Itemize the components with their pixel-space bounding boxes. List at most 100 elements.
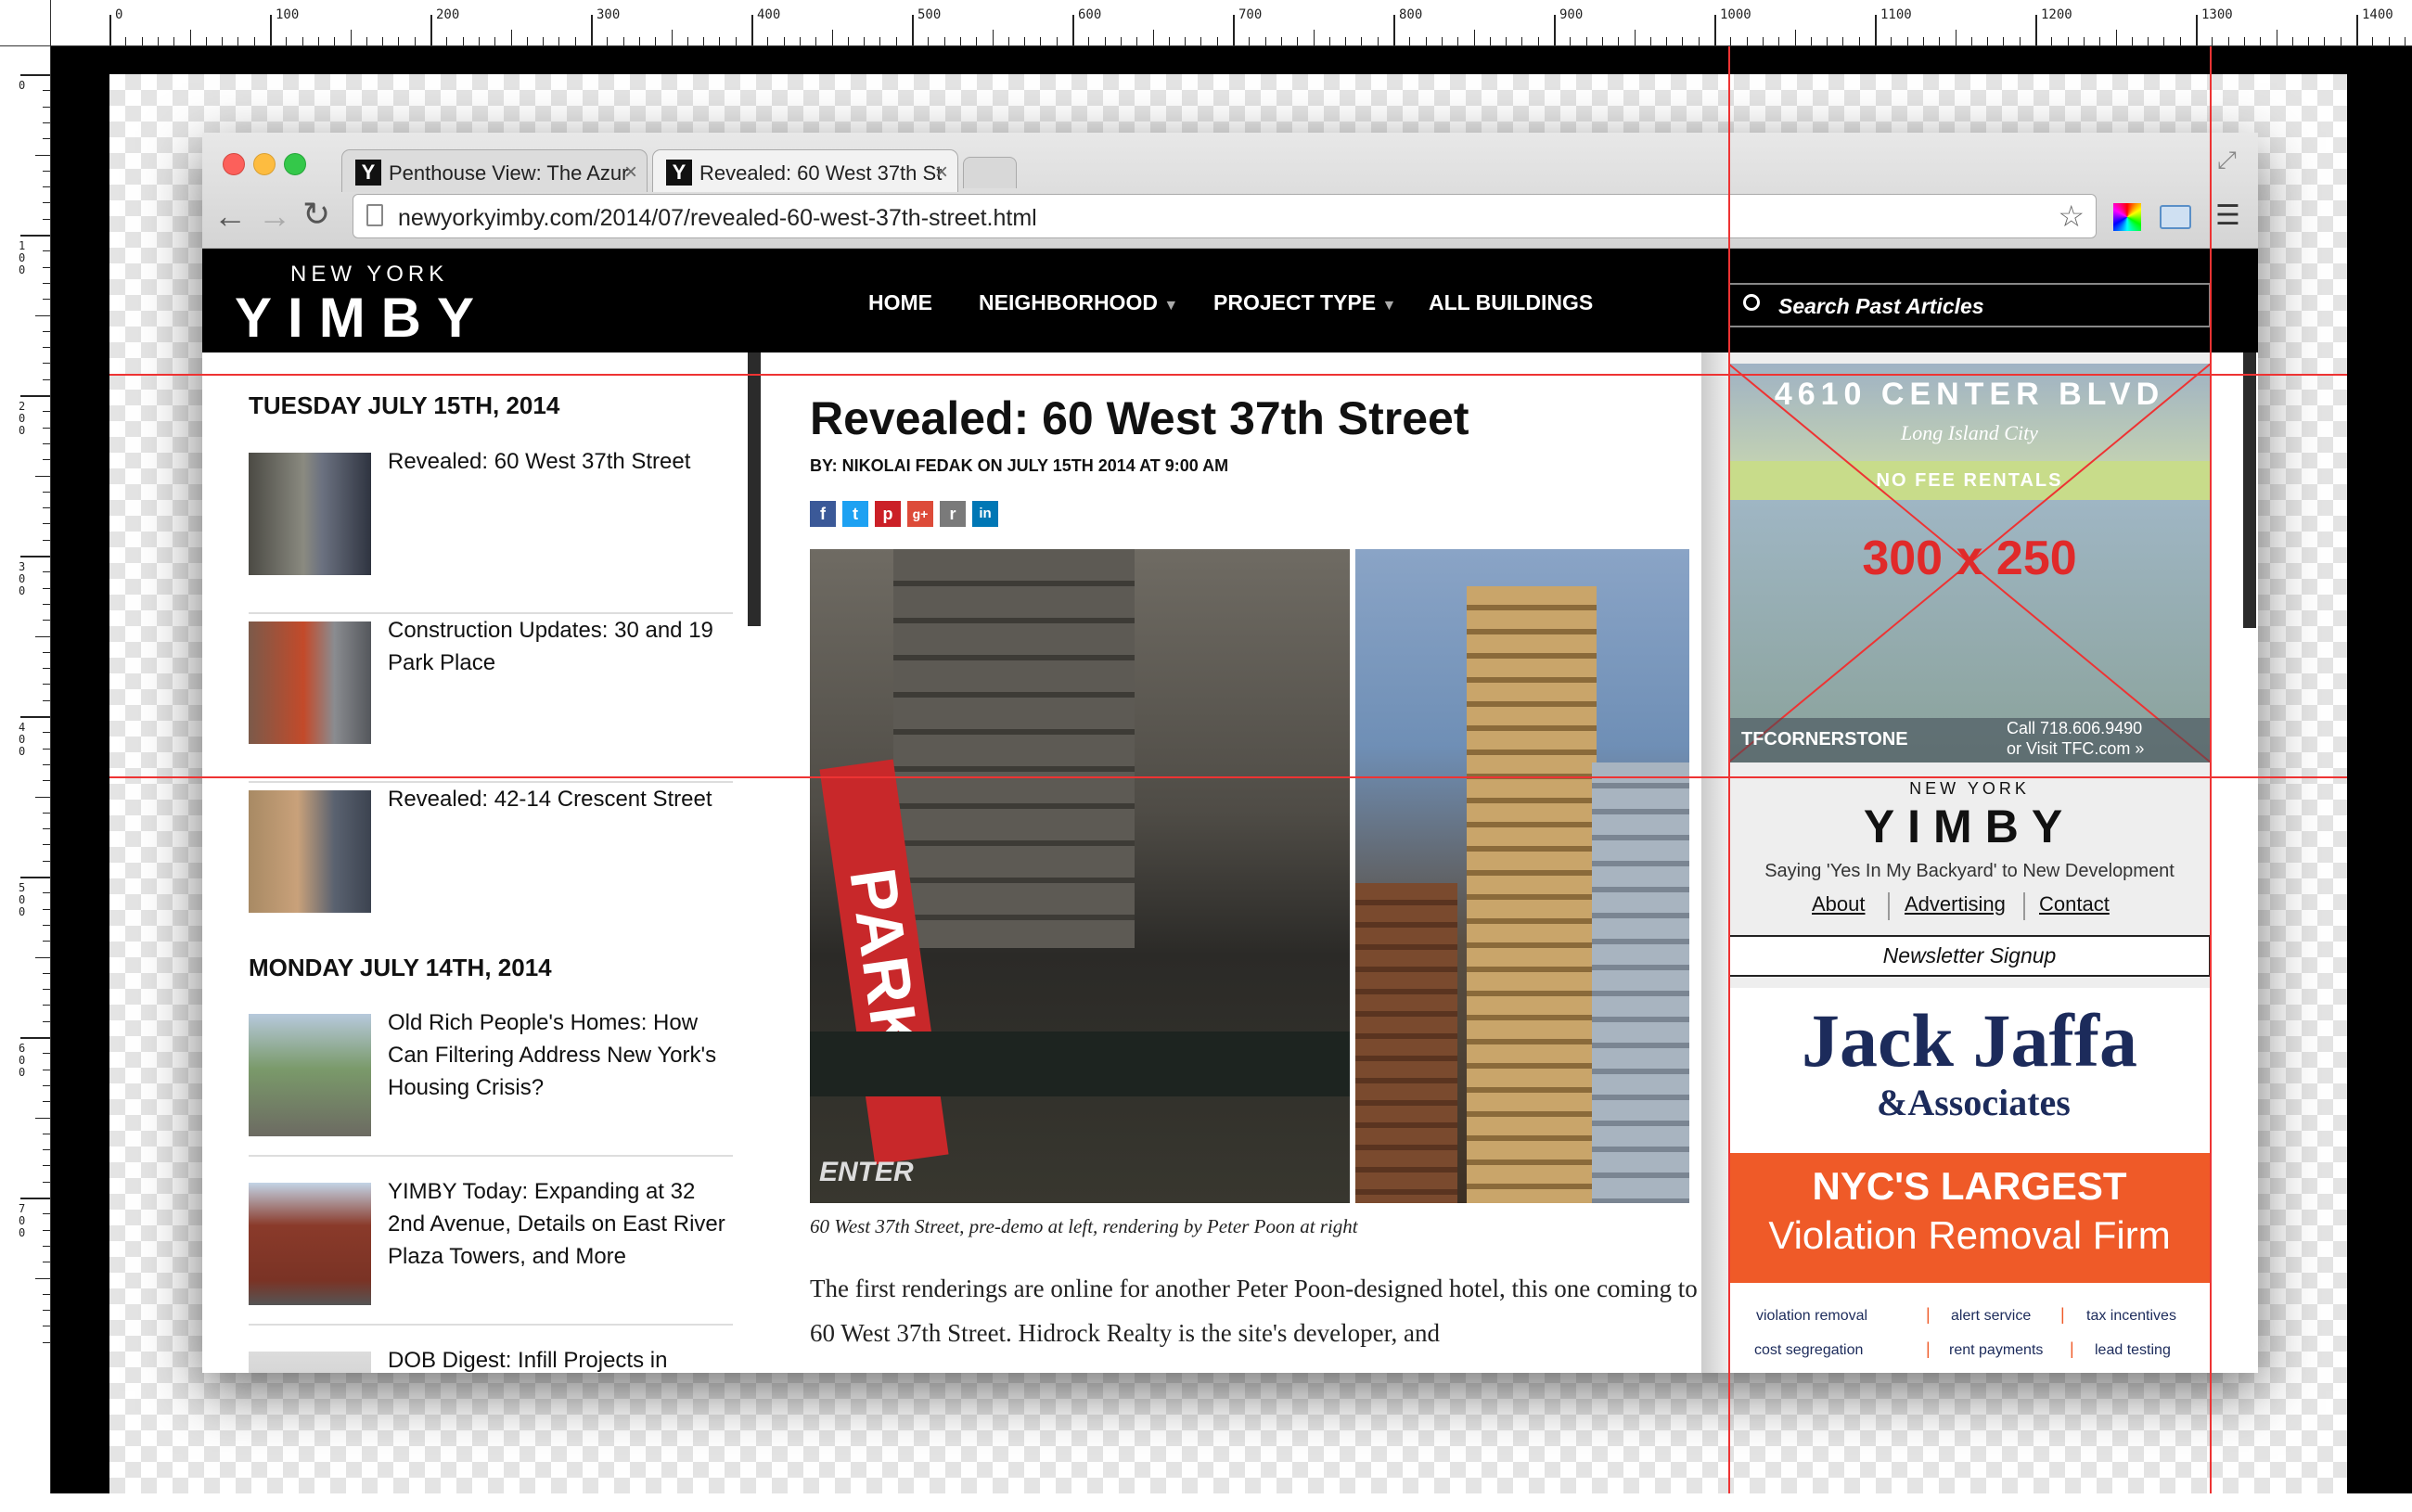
zoom-window-icon[interactable] [284, 153, 306, 175]
ruler-subtick [543, 37, 545, 45]
ruler-subtick [1891, 37, 1892, 45]
post-thumbnail[interactable] [249, 1014, 371, 1136]
ruler-subtick [1618, 37, 1620, 45]
ruler-subtick [1922, 37, 1924, 45]
ad-300x250[interactable]: 4610 CENTER BLVD Long Island City NO FEE… [1728, 364, 2211, 762]
jack-jaffa-ad[interactable]: Jack Jaffa &Associates NYC'S LARGEST Vio… [1728, 988, 2211, 1373]
ruler-subtick [205, 37, 207, 45]
ruler-subtick [43, 1149, 50, 1151]
about-link[interactable]: About [1812, 892, 1866, 916]
ruler-tick [2035, 15, 2037, 45]
ruler-subtick [43, 844, 50, 846]
post-link[interactable]: Revealed: 60 West 37th Street [388, 445, 731, 478]
reddit-share-icon[interactable]: r [940, 501, 966, 527]
ruler-subtick [43, 491, 50, 493]
new-tab-button[interactable] [963, 157, 1017, 188]
article: Revealed: 60 West 37th Street BY: NIKOLA… [768, 352, 1701, 1373]
ruler-subtick [43, 218, 50, 220]
sidebar-scrollbar[interactable] [2243, 352, 2256, 628]
ruler-subtick [1585, 37, 1587, 45]
left-column-scrollbar[interactable] [748, 352, 761, 626]
reload-icon[interactable]: ↻ [302, 198, 330, 231]
ruler-subtick [222, 37, 224, 45]
tab-penthouse-view[interactable]: Y Penthouse View: The Azur × [341, 149, 648, 192]
ruler-subtick [864, 37, 866, 45]
search-input[interactable]: Search Past Articles [1728, 283, 2211, 327]
back-arrow-icon[interactable]: ← [213, 199, 247, 233]
nav-neighborhood[interactable]: NEIGHBORHOOD ▼ [979, 290, 1178, 315]
site-logo[interactable]: YIMBY [235, 286, 490, 350]
ruler-subtick [1601, 37, 1603, 45]
post-link[interactable]: YIMBY Today: Expanding at 32 2nd Avenue,… [388, 1175, 731, 1273]
link-divider [1888, 892, 1890, 920]
ruler-subtick [1666, 37, 1668, 45]
ruler-subtick [1216, 37, 1218, 45]
ruler-subtick [43, 202, 50, 204]
close-tab-icon[interactable]: × [935, 160, 948, 186]
ruler-subtick [43, 892, 50, 894]
post-link[interactable]: Revealed: 42-14 Crescent Street [388, 783, 731, 815]
twitter-share-icon[interactable]: t [842, 501, 868, 527]
ruler-subtick [125, 37, 127, 45]
post-link[interactable]: DOB Digest: Infill Projects in [388, 1344, 731, 1373]
facebook-share-icon[interactable]: f [810, 501, 836, 527]
ruler-subtick [655, 37, 657, 45]
ruler-tick [430, 15, 432, 45]
post-thumbnail[interactable] [249, 1352, 371, 1373]
ruler-label: 1300 [2201, 7, 2233, 22]
guide-line-vertical [2210, 46, 2212, 1493]
menu-icon[interactable]: ☰ [2215, 199, 2240, 232]
color-picker-icon[interactable] [2113, 203, 2141, 231]
ruler-subtick [1200, 37, 1202, 45]
newsletter-signup-button[interactable]: Newsletter Signup [1728, 935, 2211, 977]
ruler-subtick [43, 780, 50, 782]
ruler-subtick [43, 442, 50, 444]
ruler-subtick [1970, 37, 1972, 45]
tab-revealed-60-west[interactable]: Y Revealed: 60 West 37th St × [652, 149, 958, 192]
ruler-subtick [2099, 37, 2101, 45]
ruler-subtick [1168, 37, 1170, 45]
advertising-link[interactable]: Advertising [1905, 892, 2006, 916]
close-window-icon[interactable] [223, 153, 245, 175]
ruler-subtick [1120, 37, 1122, 45]
ruler-subtick [638, 37, 640, 45]
contact-link[interactable]: Contact [2039, 892, 2110, 916]
post-thumbnail[interactable] [249, 453, 371, 575]
ruler-subtick [671, 30, 673, 45]
ruler-subtick [35, 635, 50, 637]
jj-headline-1: NYC'S LARGEST [1812, 1164, 2127, 1208]
extension-icon[interactable] [2160, 205, 2191, 229]
close-tab-icon[interactable]: × [624, 160, 637, 186]
googleplus-share-icon[interactable]: g+ [907, 501, 933, 527]
nav-project-type[interactable]: PROJECT TYPE ▼ [1213, 290, 1396, 315]
forward-arrow-icon[interactable]: → [258, 199, 291, 233]
ruler-subtick [43, 363, 50, 365]
post-link[interactable]: Construction Updates: 30 and 19 Park Pla… [388, 614, 731, 679]
ruler-label: 100 [19, 239, 26, 276]
nav-all-buildings[interactable]: ALL BUILDINGS [1429, 290, 1593, 315]
day-heading: MONDAY JULY 14TH, 2014 [249, 954, 552, 981]
ruler-subtick [1280, 37, 1282, 45]
post-link[interactable]: Old Rich People's Homes: How Can Filteri… [388, 1006, 731, 1104]
pinterest-share-icon[interactable]: p [875, 501, 901, 527]
ruler-tick [1554, 15, 1556, 45]
ruler-label: 700 [1238, 7, 1263, 22]
linkedin-share-icon[interactable]: in [972, 501, 998, 527]
post-thumbnail[interactable] [249, 790, 371, 913]
nav-home[interactable]: HOME [868, 290, 932, 315]
ruler-subtick [2372, 37, 2374, 45]
ruler-tick [1714, 15, 1716, 45]
minimize-window-icon[interactable] [253, 153, 276, 175]
post-thumbnail[interactable] [249, 621, 371, 744]
yimby-favicon: Y [355, 160, 381, 186]
ruler-subtick [1104, 37, 1106, 45]
post-thumbnail[interactable] [249, 1183, 371, 1305]
fullscreen-icon[interactable]: ⤢ [2217, 146, 2237, 175]
ruler-corner [0, 0, 51, 46]
star-icon[interactable]: ☆ [2058, 199, 2085, 234]
ad-call: Call 718.606.9490 [2007, 719, 2143, 737]
box-logo[interactable]: YIMBY [1728, 800, 2211, 853]
address-bar[interactable]: newyorkyimby.com/2014/07/revealed-60-wes… [353, 194, 2097, 238]
ruler-subtick [2212, 37, 2213, 45]
ruler-tick [2196, 15, 2198, 45]
